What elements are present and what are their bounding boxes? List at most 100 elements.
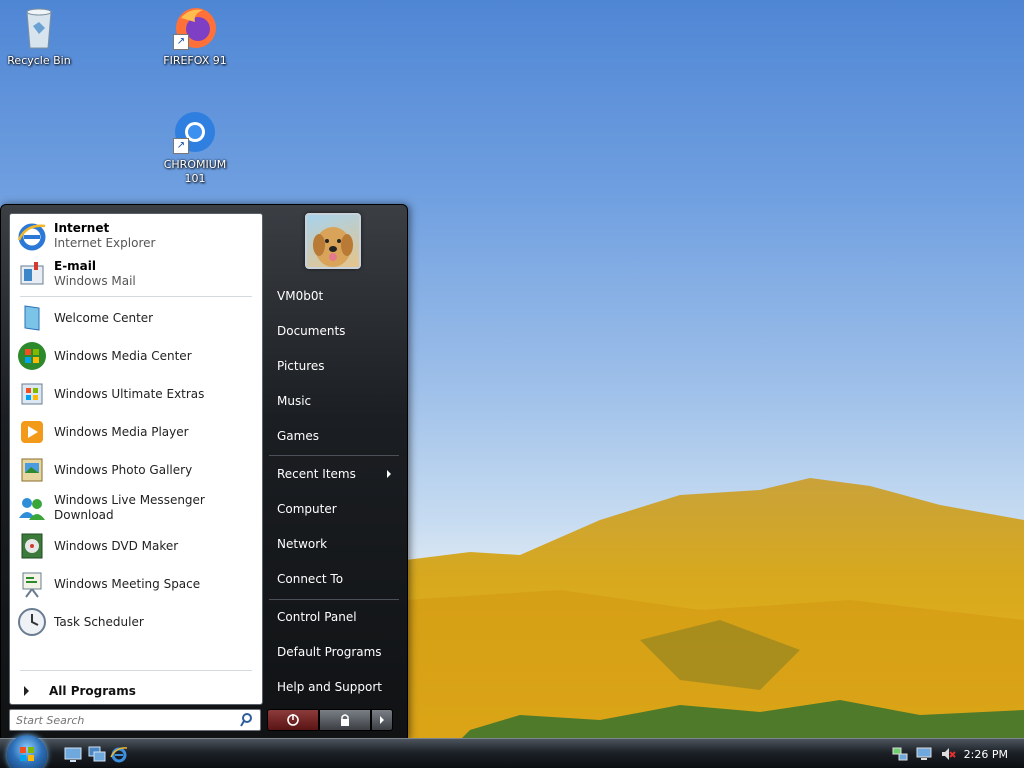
pictures-label: Pictures [277, 359, 325, 373]
start-button[interactable] [7, 735, 47, 768]
meeting-space-icon [16, 568, 48, 600]
display-icon[interactable] [916, 746, 932, 762]
control-panel-label: Control Panel [277, 610, 357, 624]
network-link[interactable]: Network [269, 529, 399, 559]
pinned-separator [20, 296, 252, 297]
recent-item-label: Task Scheduler [54, 614, 144, 629]
help-and-support-link[interactable]: Help and Support [269, 672, 399, 702]
games-label: Games [277, 429, 319, 443]
photo-gallery-icon [16, 454, 48, 486]
clock[interactable]: 2:26 PM [964, 748, 1008, 761]
recent-item-label: Welcome Center [54, 310, 154, 325]
pinned-item-title: Internet [54, 221, 110, 235]
welcome-center-icon [16, 302, 48, 334]
recent-item-welcome-center[interactable]: Welcome Center [12, 300, 258, 336]
recent-item-label: Windows Media Player [54, 424, 189, 439]
recent-item-messenger[interactable]: Windows Live Messenger Download [12, 490, 258, 526]
connect-to-link[interactable]: Connect To [269, 564, 399, 594]
places-separator [269, 455, 399, 456]
lock-button[interactable] [319, 709, 371, 731]
recycle-bin-icon [15, 4, 63, 52]
taskbar: 2:26 PM [0, 735, 1024, 768]
recent-item-photo-gallery[interactable]: Windows Photo Gallery [12, 452, 258, 488]
computer-link[interactable]: Computer [269, 494, 399, 524]
search-icon[interactable] [240, 712, 256, 728]
documents-label: Documents [277, 324, 346, 338]
desktop-icon-label: Recycle Bin [7, 54, 71, 67]
submenu-arrow-icon [387, 470, 391, 478]
start-search-box[interactable] [9, 709, 261, 731]
documents-link[interactable]: Documents [269, 316, 399, 346]
internet-explorer-quicklaunch-icon[interactable] [110, 745, 128, 763]
recent-item-label: Windows Photo Gallery [54, 462, 193, 477]
recent-item-ultimate-extras[interactable]: Windows Ultimate Extras [12, 376, 258, 412]
computer-label: Computer [277, 502, 337, 516]
show-desktop-icon[interactable] [64, 745, 82, 763]
desktop: Recycle Bin ↗ FIREFOX 91 ↗ CHROMIUM 101 [0, 0, 1024, 768]
user-folder-link[interactable]: VM0b0t [269, 281, 399, 311]
user-name: VM0b0t [277, 289, 324, 303]
recent-item-label: Windows Ultimate Extras [54, 386, 205, 401]
pinned-item-title: E-mail [54, 259, 97, 273]
media-center-icon [16, 340, 48, 372]
all-programs-separator [20, 670, 252, 671]
control-panel-link[interactable]: Control Panel [269, 602, 399, 632]
recent-item-media-player[interactable]: Windows Media Player [12, 414, 258, 450]
recent-item-label: Windows Live Messenger Download [54, 493, 205, 522]
start-menu: Internet Internet Explorer E-mail Window… [0, 204, 408, 740]
recent-item-label: Windows Meeting Space [54, 576, 201, 591]
shortcut-arrow-icon: ↗ [173, 138, 189, 154]
media-player-icon [16, 416, 48, 448]
internet-explorer-icon [16, 220, 48, 252]
network-icon[interactable] [892, 746, 908, 762]
power-icon [287, 714, 299, 726]
task-scheduler-icon [16, 606, 48, 638]
power-button[interactable] [267, 709, 319, 731]
desktop-icon-recycle-bin[interactable]: Recycle Bin [0, 4, 78, 68]
default-programs-link[interactable]: Default Programs [269, 637, 399, 667]
desktop-icon-label: CHROMIUM 101 [163, 158, 227, 185]
windows-mail-icon [16, 258, 48, 290]
network-label: Network [277, 537, 328, 551]
help-and-support-label: Help and Support [277, 680, 382, 694]
connect-to-label: Connect To [277, 572, 344, 586]
recent-item-meeting-space[interactable]: Windows Meeting Space [12, 566, 258, 602]
all-programs-button[interactable]: All Programs [12, 680, 258, 702]
recent-item-label: Windows DVD Maker [54, 538, 179, 553]
messenger-icon [16, 492, 48, 524]
shutdown-options-button[interactable] [371, 709, 393, 731]
pinned-item-subtitle: Windows Mail [54, 274, 136, 288]
music-link[interactable]: Music [269, 386, 399, 416]
desktop-icon-chromium[interactable]: ↗ CHROMIUM 101 [156, 108, 234, 186]
places-separator [269, 599, 399, 600]
start-search-input[interactable] [14, 711, 240, 729]
default-programs-label: Default Programs [277, 645, 382, 659]
windows-logo-icon [20, 747, 34, 761]
all-programs-label: All Programs [49, 684, 136, 698]
recent-items-link[interactable]: Recent Items [269, 459, 399, 489]
pinned-item-subtitle: Internet Explorer [54, 236, 156, 250]
recent-items-label: Recent Items [277, 467, 356, 481]
lock-icon [341, 714, 349, 726]
dvd-maker-icon [16, 530, 48, 562]
recent-item-media-center[interactable]: Windows Media Center [12, 338, 258, 374]
games-link[interactable]: Games [269, 421, 399, 451]
pinned-item-internet[interactable]: Internet Internet Explorer [12, 218, 258, 254]
shortcut-arrow-icon: ↗ [173, 34, 189, 50]
start-menu-places-pane: VM0b0t Documents Pictures Music Games Re… [269, 205, 403, 705]
power-controls [267, 709, 395, 731]
pictures-link[interactable]: Pictures [269, 351, 399, 381]
pinned-item-email[interactable]: E-mail Windows Mail [12, 256, 258, 292]
system-tray: 2:26 PM [884, 739, 1024, 768]
recent-item-task-scheduler[interactable]: Task Scheduler [12, 604, 258, 640]
ultimate-extras-icon [16, 378, 48, 410]
recent-item-label: Windows Media Center [54, 348, 192, 363]
chromium-icon: ↗ [171, 108, 219, 156]
desktop-icon-firefox[interactable]: ↗ FIREFOX 91 [156, 4, 234, 68]
firefox-icon: ↗ [171, 4, 219, 52]
desktop-icon-label: FIREFOX 91 [163, 54, 227, 67]
arrow-right-icon [24, 686, 29, 696]
volume-muted-icon[interactable] [940, 746, 956, 762]
recent-item-dvd-maker[interactable]: Windows DVD Maker [12, 528, 258, 564]
switch-windows-icon[interactable] [88, 745, 106, 763]
